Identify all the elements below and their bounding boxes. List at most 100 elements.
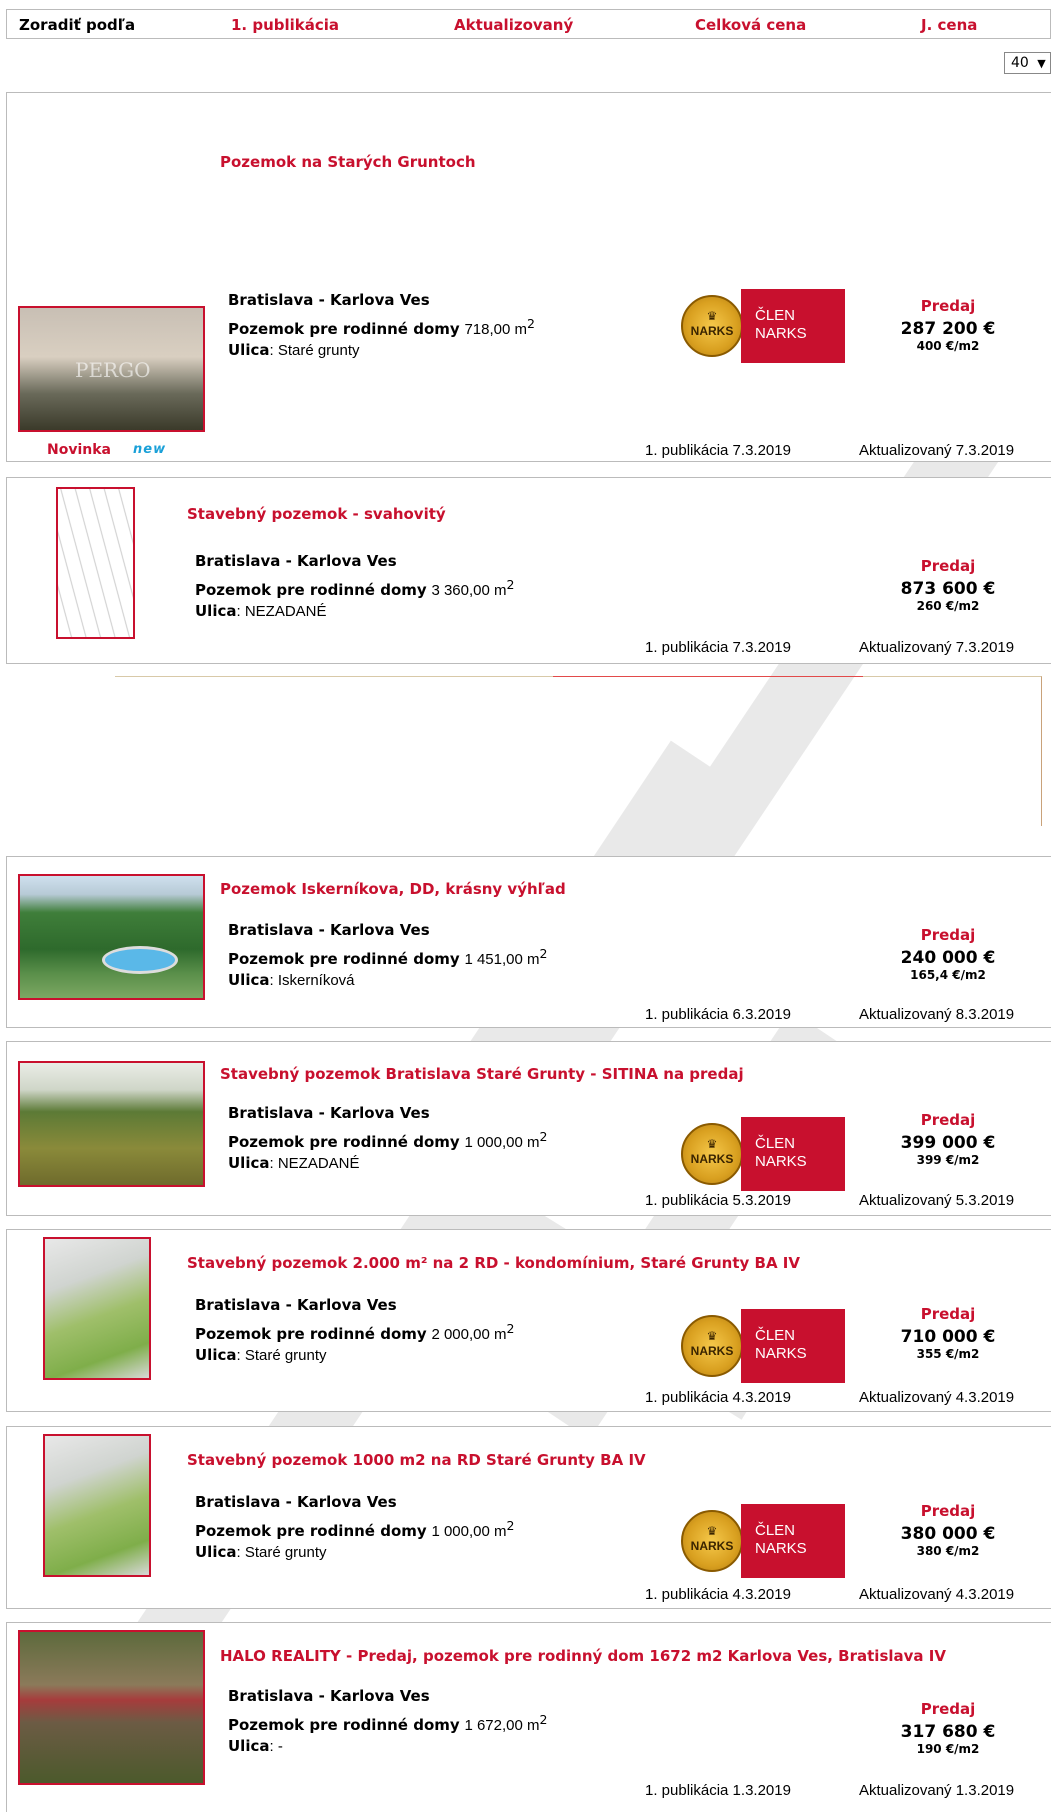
- crown-icon: ♛: [706, 1524, 718, 1538]
- unit-price: 260 €/m2: [916, 599, 980, 613]
- listing-street: Ulica: Iskerníková: [228, 971, 355, 989]
- listing-location: Bratislava - Karlova Ves: [195, 552, 397, 570]
- narks-banner: ČLEN NARKS: [741, 1117, 845, 1191]
- narks-banner: ČLEN NARKS: [741, 1504, 845, 1578]
- listing-location: Bratislava - Karlova Ves: [228, 1104, 430, 1122]
- listing-street: Ulica: Staré grunty: [228, 341, 360, 359]
- listing-title[interactable]: Stavebný pozemok Bratislava Staré Grunty…: [220, 1065, 744, 1083]
- listing-card: Stavebný pozemok 1000 m2 na RD Staré Gru…: [6, 1426, 1051, 1609]
- photo-watermark-text: PERGO: [75, 358, 151, 382]
- published-date: 1. publikácia 6.3.2019: [645, 1006, 791, 1023]
- unit-price: 380 €/m2: [916, 1544, 980, 1558]
- sort-bar: Zoradiť podľa 1. publikácia Aktualizovan…: [6, 9, 1051, 39]
- listing-title[interactable]: HALO REALITY - Predaj, pozemok pre rodin…: [220, 1647, 946, 1665]
- narks-line2: NARKS: [755, 1153, 807, 1170]
- updated-date: Aktualizovaný 7.3.2019: [859, 442, 1015, 459]
- narks-member-badge: ♛ NARKS ČLEN NARKS: [675, 1309, 845, 1383]
- sort-by-unit-price[interactable]: J. cena: [921, 16, 977, 34]
- per-page-select[interactable]: 40 ▼: [1004, 52, 1051, 74]
- listing-title[interactable]: Stavebný pozemok 1000 m2 na RD Staré Gru…: [187, 1451, 646, 1469]
- listing-type: Pozemok pre rodinné domy 1 672,00 m2: [228, 1712, 548, 1734]
- narks-line1: ČLEN: [755, 1327, 796, 1344]
- price-block: Predaj 380 000 € 380 €/m2: [833, 1502, 1051, 1558]
- listing-location: Bratislava - Karlova Ves: [195, 1493, 397, 1511]
- listing-title[interactable]: Stavebný pozemok - svahovitý: [187, 505, 446, 523]
- price-block: Predaj 873 600 € 260 €/m2: [833, 557, 1051, 613]
- deal-type: Predaj: [920, 1700, 976, 1718]
- unit-price: 355 €/m2: [916, 1347, 980, 1361]
- narks-line2: NARKS: [755, 1345, 807, 1362]
- listing-photo[interactable]: PERGO: [18, 306, 205, 432]
- listing-title[interactable]: Pozemok Iskerníkova, DD, krásny výhľad: [220, 880, 566, 898]
- unit-price: 400 €/m2: [916, 339, 980, 353]
- total-price: 710 000 €: [900, 1327, 996, 1347]
- deal-type: Predaj: [920, 1111, 976, 1129]
- narks-banner: ČLEN NARKS: [741, 1309, 845, 1383]
- per-page-value: 40: [1011, 55, 1029, 71]
- narks-seal-icon: ♛ NARKS: [681, 1123, 743, 1185]
- listing-type: Pozemok pre rodinné domy 2 000,00 m2: [195, 1321, 515, 1343]
- total-price: 380 000 €: [900, 1524, 996, 1544]
- deal-type: Predaj: [920, 1502, 976, 1520]
- total-price: 399 000 €: [900, 1133, 996, 1153]
- listing-card: Stavebný pozemok 2.000 m² na 2 RD - kond…: [6, 1229, 1051, 1412]
- updated-date: Aktualizovaný 7.3.2019: [859, 639, 1015, 656]
- crown-icon: ♛: [706, 1329, 718, 1343]
- sort-by-updated[interactable]: Aktualizovaný: [454, 16, 573, 34]
- listing-street: Ulica: -: [228, 1737, 283, 1755]
- listing-photo[interactable]: [43, 1434, 151, 1577]
- deal-type: Predaj: [920, 926, 976, 944]
- crown-icon: ♛: [706, 1137, 718, 1151]
- listing-photo[interactable]: [18, 1061, 205, 1187]
- listing-photo[interactable]: [18, 1630, 205, 1785]
- published-date: 1. publikácia 4.3.2019: [645, 1389, 791, 1406]
- published-date: 1. publikácia 4.3.2019: [645, 1586, 791, 1603]
- narks-line1: ČLEN: [755, 1135, 796, 1152]
- listing-type: Pozemok pre rodinné domy 1 000,00 m2: [228, 1129, 548, 1151]
- updated-date: Aktualizovaný 4.3.2019: [859, 1586, 1015, 1603]
- novinka-label: Novinka: [47, 442, 111, 458]
- narks-seal-icon: ♛ NARKS: [681, 295, 743, 357]
- crown-icon: ♛: [706, 309, 718, 323]
- narks-banner: ČLEN NARKS: [741, 289, 845, 363]
- listing-card: Stavebný pozemok - svahovitý Bratislava …: [6, 477, 1051, 664]
- price-block: Predaj 287 200 € 400 €/m2: [833, 297, 1051, 353]
- sort-by-total-price[interactable]: Celková cena: [695, 16, 806, 34]
- new-badge: new: [133, 442, 167, 457]
- listing-photo[interactable]: [43, 1237, 151, 1380]
- listing-photo[interactable]: [56, 487, 135, 639]
- updated-date: Aktualizovaný 5.3.2019: [859, 1192, 1015, 1209]
- listing-location: Bratislava - Karlova Ves: [228, 291, 430, 309]
- narks-member-badge: ♛ NARKS ČLEN NARKS: [675, 1504, 845, 1578]
- published-date: 1. publikácia 5.3.2019: [645, 1192, 791, 1209]
- listing-title[interactable]: Pozemok na Starých Gruntoch: [220, 153, 476, 171]
- sort-by-published[interactable]: 1. publikácia: [231, 16, 339, 34]
- listing-card: Stavebný pozemok Bratislava Staré Grunty…: [6, 1041, 1051, 1216]
- unit-price: 399 €/m2: [916, 1153, 980, 1167]
- unit-price: 190 €/m2: [916, 1742, 980, 1756]
- narks-member-badge: ♛ NARKS ČLEN NARKS: [675, 1117, 845, 1191]
- narks-line2: NARKS: [755, 325, 807, 342]
- ad-frame: [115, 676, 1042, 826]
- listing-type: Pozemok pre rodinné domy 718,00 m2: [228, 316, 535, 338]
- listing-type: Pozemok pre rodinné domy 1 451,00 m2: [228, 946, 548, 968]
- listing-location: Bratislava - Karlova Ves: [195, 1296, 397, 1314]
- published-date: 1. publikácia 1.3.2019: [645, 1782, 791, 1799]
- listing-street: Ulica: NEZADANÉ: [228, 1154, 360, 1172]
- listing-photo[interactable]: [18, 874, 205, 1000]
- narks-seal-text: NARKS: [690, 1152, 734, 1166]
- listing-street: Ulica: Staré grunty: [195, 1543, 327, 1561]
- narks-seal-text: NARKS: [690, 1539, 734, 1553]
- narks-seal-text: NARKS: [690, 1344, 734, 1358]
- deal-type: Predaj: [920, 557, 976, 575]
- total-price: 287 200 €: [900, 319, 996, 339]
- narks-line1: ČLEN: [755, 307, 796, 324]
- listing-title[interactable]: Stavebný pozemok 2.000 m² na 2 RD - kond…: [187, 1254, 800, 1272]
- price-block: Predaj 710 000 € 355 €/m2: [833, 1305, 1051, 1361]
- listing-type: Pozemok pre rodinné domy 3 360,00 m2: [195, 577, 515, 599]
- unit-price: 165,4 €/m2: [910, 968, 986, 982]
- sort-label: Zoradiť podľa: [19, 16, 136, 34]
- listing-card: Pozemok Iskerníkova, DD, krásny výhľad B…: [6, 856, 1051, 1028]
- price-block: Predaj 317 680 € 190 €/m2: [833, 1700, 1051, 1756]
- published-date: 1. publikácia 7.3.2019: [645, 442, 791, 459]
